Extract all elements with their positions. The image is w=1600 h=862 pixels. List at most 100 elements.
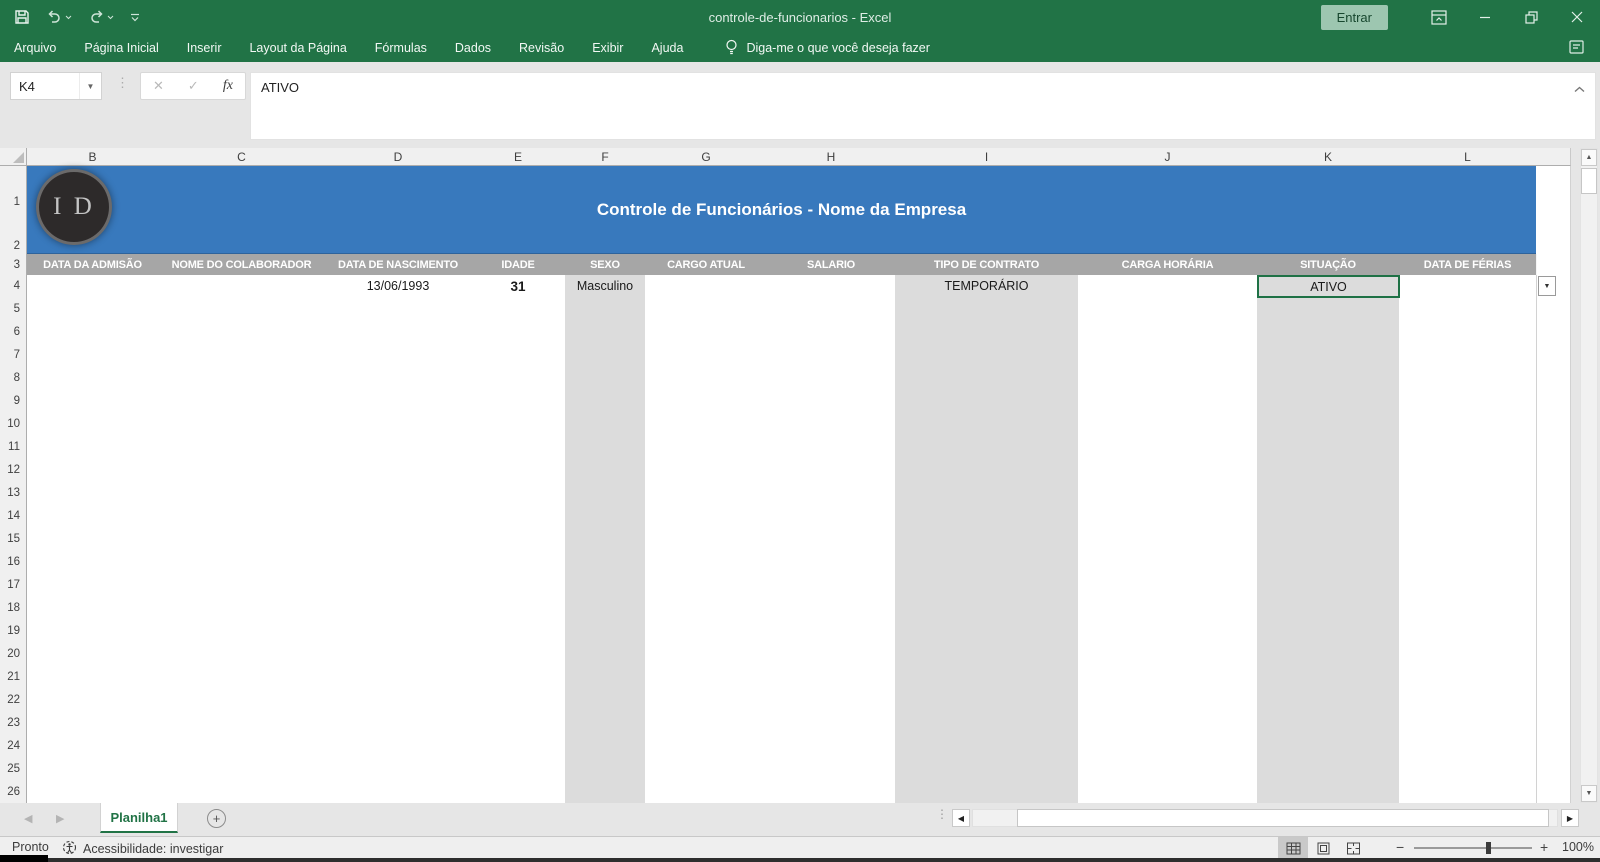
cell-E23[interactable] bbox=[471, 711, 566, 735]
row-header-19[interactable]: 19 bbox=[0, 619, 27, 643]
cell-L24[interactable] bbox=[1399, 734, 1537, 758]
cell-D12[interactable] bbox=[325, 458, 472, 482]
cell-I5[interactable] bbox=[895, 297, 1079, 321]
cell-E19[interactable] bbox=[471, 619, 566, 643]
cell-H26[interactable] bbox=[767, 780, 896, 804]
row-header-8[interactable]: 8 bbox=[0, 366, 27, 390]
cell-M3[interactable] bbox=[1536, 254, 1571, 276]
cell-I11[interactable] bbox=[895, 435, 1079, 459]
cell-D16[interactable] bbox=[325, 550, 472, 574]
scroll-down-icon[interactable]: ▼ bbox=[1581, 785, 1597, 802]
cell-D4[interactable]: 13/06/1993 bbox=[325, 275, 472, 298]
row-header-1[interactable]: 1 bbox=[0, 166, 27, 239]
cell-F25[interactable] bbox=[565, 757, 646, 781]
cell-J4[interactable] bbox=[1078, 275, 1258, 298]
cell-B17[interactable] bbox=[27, 573, 159, 597]
cell-K7[interactable] bbox=[1257, 343, 1400, 367]
zoom-slider[interactable] bbox=[1414, 842, 1532, 854]
tab-revisao[interactable]: Revisão bbox=[519, 41, 564, 55]
previous-sheet-icon[interactable]: ◀ bbox=[24, 812, 32, 825]
cell-H19[interactable] bbox=[767, 619, 896, 643]
row-header-21[interactable]: 21 bbox=[0, 665, 27, 689]
cell-C7[interactable] bbox=[158, 343, 326, 367]
cell-C8[interactable] bbox=[158, 366, 326, 390]
cell-B16[interactable] bbox=[27, 550, 159, 574]
cell-F16[interactable] bbox=[565, 550, 646, 574]
cell-M13[interactable] bbox=[1536, 481, 1571, 505]
accessibility-status[interactable]: Acessibilidade: investigar bbox=[62, 840, 223, 858]
cell-K5[interactable] bbox=[1257, 297, 1400, 321]
cell-I17[interactable] bbox=[895, 573, 1079, 597]
cell-I20[interactable] bbox=[895, 642, 1079, 666]
cell-G13[interactable] bbox=[645, 481, 768, 505]
cell-E11[interactable] bbox=[471, 435, 566, 459]
cell-F22[interactable] bbox=[565, 688, 646, 712]
cell-G5[interactable] bbox=[645, 297, 768, 321]
cell-K12[interactable] bbox=[1257, 458, 1400, 482]
cell-B7[interactable] bbox=[27, 343, 159, 367]
cell-J16[interactable] bbox=[1078, 550, 1258, 574]
cell-G21[interactable] bbox=[645, 665, 768, 689]
cell-J23[interactable] bbox=[1078, 711, 1258, 735]
cell-C6[interactable] bbox=[158, 320, 326, 344]
column-header-J[interactable]: J bbox=[1078, 148, 1258, 166]
row-header-23[interactable]: 23 bbox=[0, 711, 27, 735]
cell-E24[interactable] bbox=[471, 734, 566, 758]
cell-F7[interactable] bbox=[565, 343, 646, 367]
cell-D24[interactable] bbox=[325, 734, 472, 758]
cell-E4[interactable]: 31 bbox=[471, 275, 566, 298]
tab-dados[interactable]: Dados bbox=[455, 41, 491, 55]
cell-F9[interactable] bbox=[565, 389, 646, 413]
scroll-up-icon[interactable]: ▲ bbox=[1581, 149, 1597, 166]
cell-I18[interactable] bbox=[895, 596, 1079, 620]
cell-C4[interactable] bbox=[158, 275, 326, 298]
cell-D20[interactable] bbox=[325, 642, 472, 666]
row-header-14[interactable]: 14 bbox=[0, 504, 27, 528]
worksheet-grid[interactable]: B C D E F G H I J K L 1 2 3 4 5 6 7 8 9 10 11 12 13 14 15 16 17 18 19… bbox=[0, 148, 1572, 804]
cell-H7[interactable] bbox=[767, 343, 896, 367]
zoom-in-icon[interactable]: + bbox=[1540, 839, 1548, 855]
cell-C12[interactable] bbox=[158, 458, 326, 482]
cell-I16[interactable] bbox=[895, 550, 1079, 574]
cell-E6[interactable] bbox=[471, 320, 566, 344]
cell-M11[interactable] bbox=[1536, 435, 1571, 459]
cell-J24[interactable] bbox=[1078, 734, 1258, 758]
cell-H22[interactable] bbox=[767, 688, 896, 712]
table-header-F[interactable]: SEXO bbox=[565, 254, 646, 276]
table-header-L[interactable]: DATA DE FÉRIAS bbox=[1399, 254, 1537, 276]
cell-J7[interactable] bbox=[1078, 343, 1258, 367]
cell-G18[interactable] bbox=[645, 596, 768, 620]
cell-I15[interactable] bbox=[895, 527, 1079, 551]
cell-M7[interactable] bbox=[1536, 343, 1571, 367]
cell-F21[interactable] bbox=[565, 665, 646, 689]
cell-E25[interactable] bbox=[471, 757, 566, 781]
cell-G9[interactable] bbox=[645, 389, 768, 413]
cell-D21[interactable] bbox=[325, 665, 472, 689]
cell-B11[interactable] bbox=[27, 435, 159, 459]
cell-K9[interactable] bbox=[1257, 389, 1400, 413]
cell-K8[interactable] bbox=[1257, 366, 1400, 390]
cell-I4[interactable]: TEMPORÁRIO bbox=[895, 275, 1079, 298]
cell-I22[interactable] bbox=[895, 688, 1079, 712]
cell-M15[interactable] bbox=[1536, 527, 1571, 551]
cell-K15[interactable] bbox=[1257, 527, 1400, 551]
cell-J14[interactable] bbox=[1078, 504, 1258, 528]
cell-D8[interactable] bbox=[325, 366, 472, 390]
cell-E20[interactable] bbox=[471, 642, 566, 666]
normal-view-icon[interactable] bbox=[1278, 837, 1308, 859]
cell-E18[interactable] bbox=[471, 596, 566, 620]
cell-C26[interactable] bbox=[158, 780, 326, 804]
cell-G6[interactable] bbox=[645, 320, 768, 344]
cell-K17[interactable] bbox=[1257, 573, 1400, 597]
cell-B21[interactable] bbox=[27, 665, 159, 689]
cell-B26[interactable] bbox=[27, 780, 159, 804]
column-header-I[interactable]: I bbox=[895, 148, 1079, 166]
cell-I26[interactable] bbox=[895, 780, 1079, 804]
row-header-4[interactable]: 4 bbox=[0, 275, 27, 298]
tab-arquivo[interactable]: Arquivo bbox=[14, 41, 56, 55]
tell-me-box[interactable]: Diga-me o que você deseja fazer bbox=[725, 39, 930, 58]
row-header-2[interactable]: 2 bbox=[0, 238, 27, 255]
cell-M25[interactable] bbox=[1536, 757, 1571, 781]
cell-F11[interactable] bbox=[565, 435, 646, 459]
ribbon-display-options-icon[interactable] bbox=[1416, 0, 1462, 34]
